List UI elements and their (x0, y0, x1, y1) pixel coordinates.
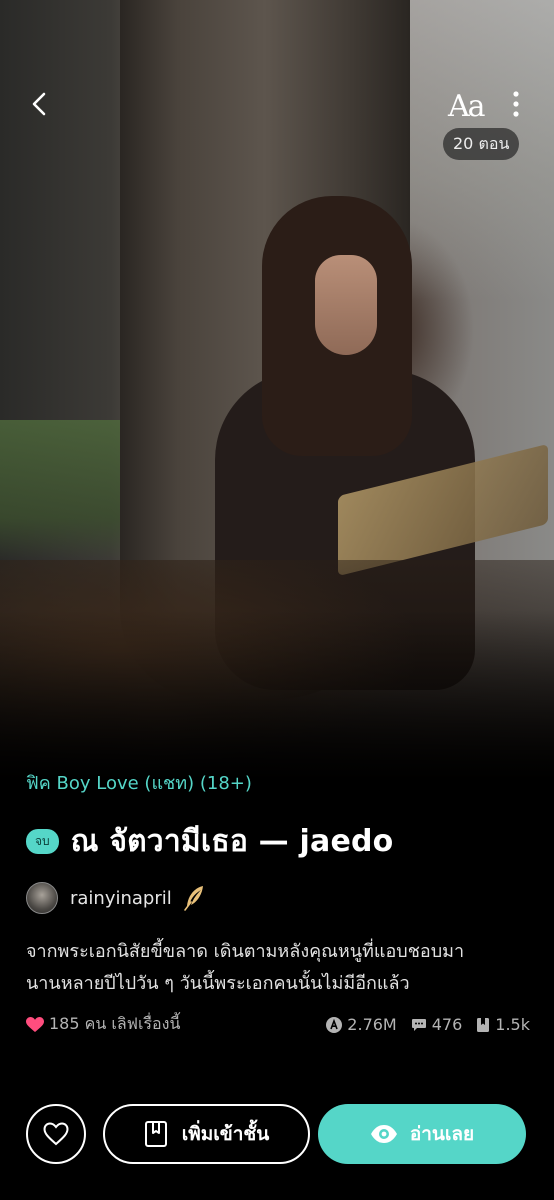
more-options-button[interactable] (504, 88, 528, 120)
book-icon (144, 1121, 167, 1147)
action-bar: เพิ่มเข้าชั้น อ่านเลย (0, 1100, 554, 1170)
read-now-label: อ่านเลย (409, 1123, 475, 1145)
add-to-shelf-label: เพิ่มเข้าชั้น (181, 1123, 270, 1145)
back-button[interactable] (22, 86, 58, 122)
eye-icon (370, 1125, 397, 1143)
description-line: นานหลายปีไปวัน ๆ วันนี้พระเอกคนนั้นไม่มี… (26, 973, 410, 994)
author-row[interactable]: rainyinapril (26, 882, 206, 914)
add-to-shelf-button[interactable]: เพิ่มเข้าชั้น (103, 1104, 310, 1164)
description: จากพระเอกนิสัยขี้ขลาด เดินตามหลังคุณหนูท… (26, 936, 536, 1000)
views-icon (326, 1016, 343, 1033)
views-count: 2.76M (347, 1015, 397, 1034)
genre-label[interactable]: ฟิค Boy Love (แชท) (18+) (26, 768, 252, 797)
stats-row: 185 คน เลิฟเรื่องนี้ 2.76M 476 1.5k (26, 1012, 530, 1037)
description-line: จากพระเอกนิสัยขี้ขลาด เดินตามหลังคุณหนูท… (26, 941, 465, 962)
font-size-icon: Aa (448, 89, 486, 124)
back-arrow-icon (32, 92, 46, 116)
comment-icon (411, 1018, 426, 1031)
title-row: จบ ณ จัตวามีเธอ — jaedo (26, 818, 394, 865)
novel-title: ณ จัตวามีเธอ — jaedo (70, 824, 394, 859)
comments-count: 476 (431, 1015, 463, 1034)
status-badge: จบ (26, 829, 59, 854)
heart-icon (43, 1122, 69, 1146)
love-button[interactable] (26, 1104, 86, 1164)
author-name[interactable]: rainyinapril (70, 888, 172, 909)
heart-icon (26, 1016, 44, 1032)
chapter-count[interactable]: 20 ตอน (443, 128, 520, 160)
bookmark-icon (477, 1017, 490, 1032)
avatar[interactable] (26, 882, 58, 914)
font-size-button[interactable]: Aa (448, 84, 490, 124)
quill-icon (183, 886, 203, 911)
read-now-button[interactable]: อ่านเลย (318, 1104, 526, 1164)
bookmarks-count: 1.5k (495, 1015, 530, 1034)
likes-count: 185 คน เลิฟเรื่องนี้ (49, 1014, 181, 1033)
more-vertical-icon (513, 91, 519, 117)
